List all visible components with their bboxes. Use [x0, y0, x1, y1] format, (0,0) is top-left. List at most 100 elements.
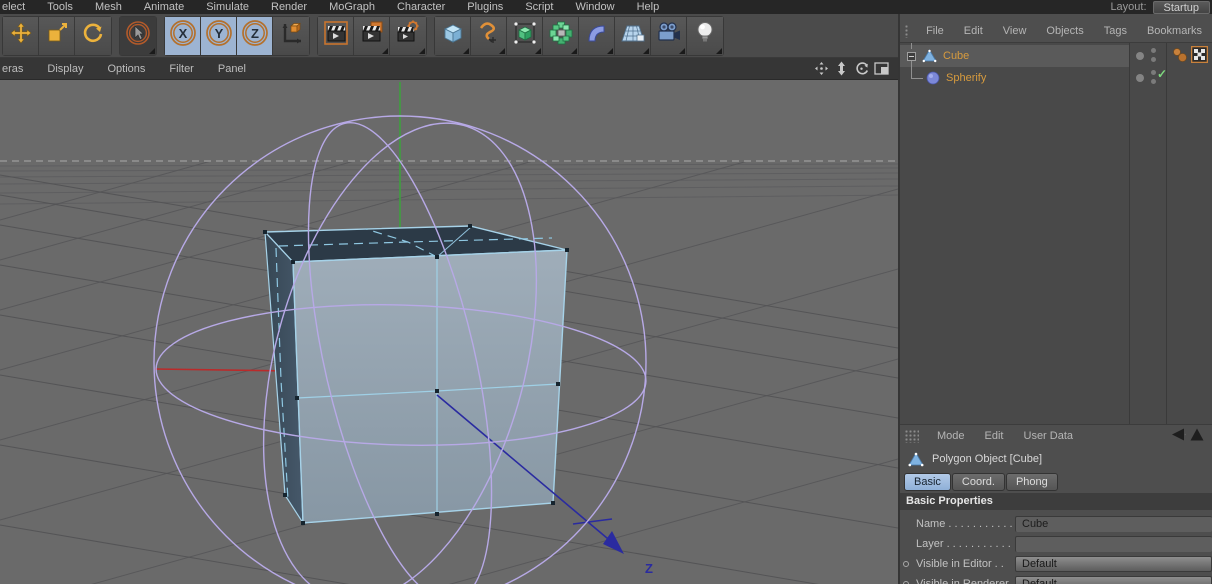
texture-tag-icon[interactable]	[1190, 45, 1209, 68]
om-column-divider	[1129, 43, 1130, 424]
om-menu-view[interactable]: View	[993, 25, 1037, 37]
viewport-menu-options[interactable]: Options	[95, 63, 157, 75]
am-menu-userdata[interactable]: User Data	[1014, 430, 1084, 442]
render-settings-button[interactable]	[390, 16, 426, 55]
viewport-3d[interactable]: Z	[0, 80, 898, 584]
om-menu-edit[interactable]: Edit	[954, 25, 993, 37]
toggle-view-icon[interactable]	[873, 61, 890, 77]
viewport-menu-filter[interactable]: Filter	[157, 63, 205, 75]
coordinate-system-icon	[277, 19, 305, 52]
cube-render-visibility-dot[interactable]	[1151, 57, 1156, 62]
panel-grip-icon[interactable]	[905, 24, 909, 38]
add-floor-button[interactable]	[615, 16, 651, 55]
am-menu-mode[interactable]: Mode	[927, 430, 975, 442]
object-manager-menu: File Edit View Objects Tags Bookmarks	[900, 20, 1212, 42]
scale-tool-button[interactable]	[39, 16, 75, 55]
attribute-manager-menu: Mode Edit User Data	[900, 425, 1212, 447]
layout-selector[interactable]: Startup	[1152, 0, 1210, 14]
history-back-icon[interactable]	[1160, 428, 1196, 444]
svg-text:Y: Y	[214, 26, 223, 41]
menu-plugins[interactable]: Plugins	[456, 1, 514, 13]
object-row-spherify[interactable]: Spherify	[900, 67, 1129, 89]
lock-x-axis-button[interactable]: X	[165, 16, 201, 55]
y-axis-icon: Y	[204, 18, 234, 53]
visible-editor-key-circle[interactable]	[903, 561, 909, 567]
rotate-tool-button[interactable]	[75, 16, 111, 55]
menu-animate[interactable]: Animate	[133, 1, 195, 13]
om-menu-tags[interactable]: Tags	[1094, 25, 1137, 37]
phong-tag-icon[interactable]	[1172, 47, 1188, 68]
viewport-menu-display[interactable]: Display	[35, 63, 95, 75]
name-field-row: Name . . . . . . . . . . . Cube	[900, 514, 1212, 534]
menu-character[interactable]: Character	[386, 1, 456, 13]
spherify-render-visibility-dot[interactable]	[1151, 79, 1156, 84]
tab-basic[interactable]: Basic	[904, 473, 951, 491]
menu-simulate[interactable]: Simulate	[195, 1, 260, 13]
om-menu-bookmarks[interactable]: Bookmarks	[1137, 25, 1212, 37]
spherify-layer-dot[interactable]	[1136, 74, 1144, 82]
add-cube-primitive-button[interactable]	[435, 16, 471, 55]
menu-help[interactable]: Help	[626, 1, 671, 13]
cube-layer-dot[interactable]	[1136, 52, 1144, 60]
visible-renderer-dropdown[interactable]: Default	[1015, 576, 1212, 584]
render-picture-viewer-button[interactable]	[354, 16, 390, 55]
menu-script[interactable]: Script	[514, 1, 564, 13]
name-field-input[interactable]: Cube	[1015, 516, 1212, 532]
om-menu-file[interactable]: File	[916, 25, 954, 37]
layer-field-input[interactable]	[1015, 536, 1212, 552]
attribute-tabs: Basic Coord. Phong	[900, 471, 1212, 493]
add-cloner-button[interactable]	[543, 16, 579, 55]
menu-render[interactable]: Render	[260, 1, 318, 13]
z-axis-icon: Z	[240, 18, 270, 53]
add-light-button[interactable]	[687, 16, 723, 55]
menu-mograph[interactable]: MoGraph	[318, 1, 386, 13]
lock-y-axis-button[interactable]: Y	[201, 16, 237, 55]
axis-lock-group: X Y Z	[164, 15, 310, 56]
x-axis-icon: X	[168, 18, 198, 53]
lock-z-axis-button[interactable]: Z	[237, 16, 273, 55]
pan-view-icon[interactable]	[813, 61, 830, 77]
light-icon	[692, 20, 718, 51]
zoom-view-icon[interactable]	[833, 61, 850, 77]
menu-select[interactable]: elect	[0, 1, 36, 13]
layer-field-label: Layer . . . . . . . . . . .	[916, 538, 1011, 550]
collapse-expand-icon[interactable]	[907, 52, 916, 61]
camera-icon	[655, 20, 683, 51]
rotate-icon	[81, 21, 105, 50]
viewport-menu-cameras[interactable]: eras	[0, 63, 35, 75]
menu-window[interactable]: Window	[564, 1, 625, 13]
object-name-spherify[interactable]: Spherify	[946, 72, 986, 84]
menu-tools[interactable]: Tools	[36, 1, 84, 13]
add-bend-deformer-button[interactable]	[579, 16, 615, 55]
cube-primitive-icon	[440, 20, 466, 51]
am-menu-edit[interactable]: Edit	[975, 430, 1014, 442]
add-subdivision-surface-button[interactable]	[507, 16, 543, 55]
create-object-group	[434, 15, 724, 56]
am-grip-icon[interactable]	[905, 429, 919, 443]
spherify-editor-visibility-dot[interactable]	[1151, 70, 1156, 75]
om-menu-objects[interactable]: Objects	[1036, 25, 1093, 37]
render-picture-viewer-icon	[358, 19, 386, 52]
render-view-button[interactable]	[318, 16, 354, 55]
menu-mesh[interactable]: Mesh	[84, 1, 133, 13]
history-up-icon[interactable]	[1190, 428, 1204, 444]
tab-phong[interactable]: Phong	[1005, 473, 1058, 491]
rotate-view-icon[interactable]	[853, 61, 870, 77]
spherify-enabled-check-icon[interactable]: ✓	[1157, 67, 1167, 81]
add-spline-pen-button[interactable]	[471, 16, 507, 55]
add-camera-button[interactable]	[651, 16, 687, 55]
visible-editor-label: Visible in Editor . .	[916, 558, 1004, 570]
layer-field-row: Layer . . . . . . . . . . .	[900, 534, 1212, 554]
viewport-menu-panel[interactable]: Panel	[206, 63, 258, 75]
cube-object[interactable]	[263, 224, 569, 526]
visible-editor-dropdown[interactable]: Default	[1015, 556, 1212, 572]
live-selection-button[interactable]	[120, 16, 156, 55]
visible-renderer-label: Visible in Renderer	[916, 578, 1009, 584]
tab-coord[interactable]: Coord.	[951, 473, 1005, 491]
object-row-cube[interactable]: Cube	[900, 45, 1129, 67]
coordinate-system-button[interactable]	[273, 16, 309, 55]
object-name-cube[interactable]: Cube	[943, 50, 969, 62]
cube-editor-visibility-dot[interactable]	[1151, 48, 1156, 53]
cloner-icon	[548, 20, 574, 51]
move-tool-button[interactable]	[3, 16, 39, 55]
